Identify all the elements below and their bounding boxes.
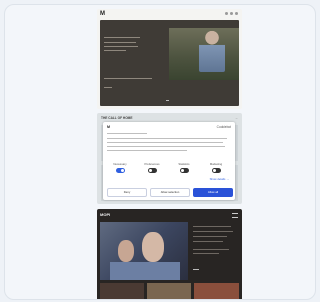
article-title-line (193, 241, 223, 242)
toggle-statistics[interactable]: Statistics (171, 162, 197, 173)
dialog-text-line (107, 142, 223, 143)
site-logo: M (100, 11, 105, 17)
toggle-label: Preferences (144, 162, 160, 166)
header-icons (225, 12, 238, 15)
deny-button[interactable]: Deny (107, 188, 147, 197)
consent-brand: Cookiebot (216, 125, 231, 129)
hero-person (199, 28, 225, 72)
page-tile-article[interactable]: MOPI (97, 209, 242, 299)
photo-face (118, 240, 134, 262)
photo-face (142, 232, 164, 262)
toggle-switch[interactable] (211, 168, 221, 173)
dialog-heading-line (107, 133, 147, 134)
hero-cta-line[interactable] (104, 87, 112, 88)
preview-card: M THE CALL OF HOME → M Cookiebot Necessa… (4, 4, 316, 300)
toggle-label: Necessary (113, 162, 127, 166)
article-text-line (193, 253, 219, 254)
thumbnail[interactable] (147, 283, 191, 299)
article-title-line (193, 231, 233, 232)
hero-banner (100, 20, 239, 106)
toggle-switch[interactable] (179, 168, 189, 173)
show-details-link[interactable]: Show details → (210, 177, 229, 181)
section-heading: THE CALL OF HOME (101, 116, 133, 120)
hero-text-line (104, 46, 138, 47)
dialog-text-line (107, 138, 227, 139)
article-title-line (193, 236, 227, 237)
hero-sub-line (104, 78, 152, 79)
dialog-text-line (107, 146, 225, 147)
toggle-switch[interactable] (115, 168, 125, 173)
article-text-line (193, 249, 229, 250)
menu-icon[interactable] (232, 213, 238, 218)
more-link[interactable]: → (235, 116, 238, 120)
photo-figure (110, 262, 180, 280)
page-tile-consent[interactable]: THE CALL OF HOME → M Cookiebot Necessary… (97, 113, 242, 204)
hero-text-line (104, 50, 126, 51)
carousel-dot[interactable] (166, 100, 169, 101)
read-more-arrow[interactable] (193, 269, 199, 270)
cookie-consent-dialog: M Cookiebot Necessary Preferences Statis… (103, 122, 235, 200)
toggle-marketing[interactable]: Marketing (203, 162, 229, 173)
toggle-label: Statistics (178, 162, 190, 166)
page-tile-hero[interactable]: M (97, 9, 242, 109)
allow-all-button[interactable]: Allow all (193, 188, 233, 197)
dialog-text-line (107, 150, 187, 151)
toggle-preferences[interactable]: Preferences (139, 162, 165, 173)
thumbnail[interactable] (100, 283, 144, 299)
toggle-label: Marketing (209, 162, 223, 166)
article-title-line (193, 226, 231, 227)
toggle-necessary[interactable]: Necessary (107, 162, 133, 173)
hero-text-line (104, 42, 136, 43)
allow-selection-button[interactable]: Allow selection (150, 188, 190, 197)
dialog-title: M (107, 125, 110, 129)
site-logo: MOPI (100, 212, 111, 217)
article-photo (100, 222, 188, 280)
toggle-switch[interactable] (147, 168, 157, 173)
hero-title-line (104, 37, 140, 38)
thumbnail[interactable] (194, 283, 239, 299)
